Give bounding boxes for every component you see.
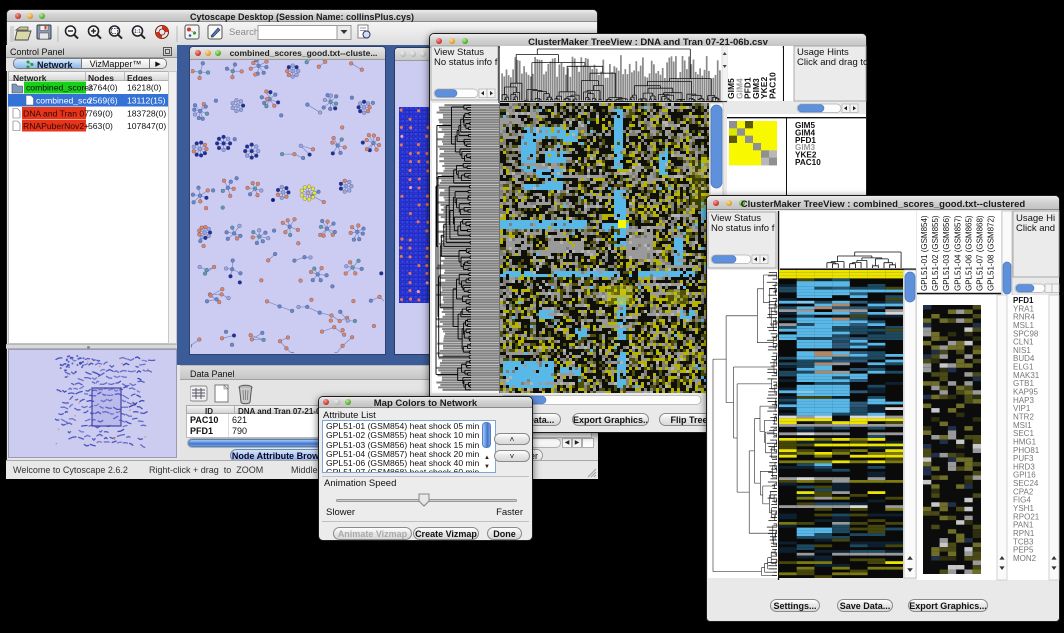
- svg-text:MON2: MON2: [1013, 554, 1037, 563]
- svg-text:GPL51-01 (GSM854): GPL51-01 (GSM854): [920, 215, 929, 291]
- svg-text:GPL51-04 (GSM857): GPL51-04 (GSM857): [953, 215, 962, 291]
- svg-text:No status info f: No status info f: [711, 223, 775, 234]
- svg-text:GPL51-06 (GSM865): GPL51-06 (GSM865): [964, 215, 973, 291]
- svg-text:Click and: Click and: [1016, 223, 1055, 234]
- svg-text:GPL51-07 (GSM868): GPL51-07 (GSM868): [976, 215, 985, 291]
- svg-text:GPL51-02 (GSM855): GPL51-02 (GSM855): [931, 215, 940, 291]
- svg-text:GPL51-08 (GSM872): GPL51-08 (GSM872): [987, 215, 996, 291]
- svg-text:GPL51-03 (GSM856): GPL51-03 (GSM856): [942, 215, 951, 291]
